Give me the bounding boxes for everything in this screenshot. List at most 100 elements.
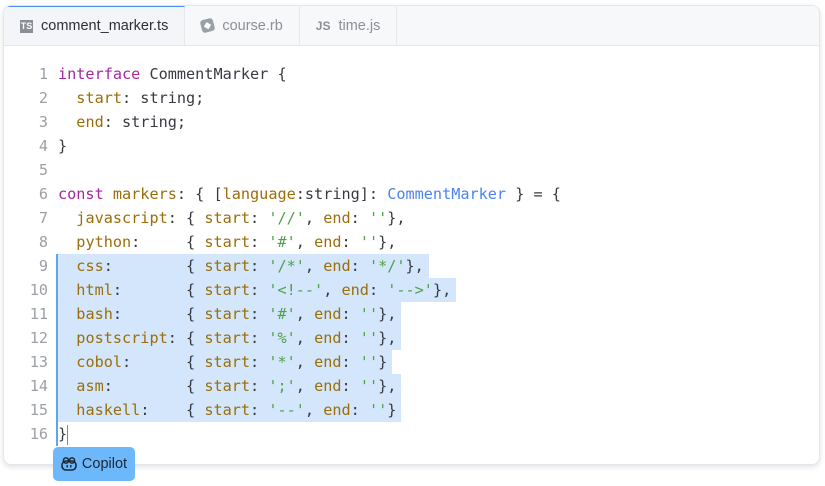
code-token: '--' [268,401,305,419]
tab-course-rb[interactable]: ◆ course.rb [185,6,300,45]
code-token: } [378,353,388,371]
line-content: python: { start: '#', end: ''}, [56,230,401,254]
code-token: '' [359,329,379,347]
code-token: javascript [76,209,168,227]
code-token: '*' [268,353,296,371]
code-token: : { [112,305,205,323]
line-content: } [56,134,72,158]
code-token: : [250,401,269,419]
code-token: cobol [76,353,123,371]
line-content [56,158,63,182]
line-content: haskell: { start: '--', end: ''} [56,398,402,422]
code-token: , [304,257,324,275]
code-token: : string; [122,89,205,107]
code-token: : [250,353,269,371]
code-line: 16} [4,422,566,446]
code-token: : [341,377,360,395]
code-line: 5 [4,158,566,182]
code-token: : [250,281,269,299]
line-number: 11 [29,305,48,323]
code-token: end [314,233,342,251]
copilot-label: Copilot [81,456,128,472]
javascript-icon: JS [315,18,331,33]
code-line: 14 asm: { start: ';', end: ''}, [4,374,566,398]
code-token: , [323,281,342,299]
code-line: 12 postscript: { start: '%', end: ''}, [4,326,566,350]
code-token: css [76,257,104,275]
code-token: , [304,401,324,419]
tab-label: time.js [338,17,381,34]
text-cursor [67,424,69,445]
typescript-icon: TS [20,19,33,33]
code-token: '//' [268,209,305,227]
code-token: : { [112,281,205,299]
code-editor[interactable]: 1 interface CommentMarker {2 start: strin… [4,62,566,446]
code-token: start [76,89,123,107]
code-token: : { [167,209,205,227]
tab-label: comment_marker.ts [41,18,169,34]
code-token: : { [131,233,205,251]
code-token: start [204,329,251,347]
tab-comment-marker-ts[interactable]: TS comment_marker.ts [4,6,186,45]
code-token: python [76,233,132,251]
copilot-button[interactable]: Copilot [53,447,135,481]
code-token: interface [58,65,141,83]
code-line: 9 css: { start: '/*', end: '*/'}, [4,254,566,278]
code-token: '' [359,233,379,251]
code-token: : [350,257,369,275]
line-content: start: string; [56,86,209,110]
line-content: asm: { start: ';', end: ''}, [56,374,402,398]
code-line: 8 python: { start: '#', end: ''}, [4,230,566,254]
code-line: 10 html: { start: '<!--', end: '-->'}, [4,278,566,302]
code-token: const [58,185,104,203]
code-token: '#' [268,233,296,251]
code-token: end [314,353,342,371]
code-token: }, [378,233,397,251]
code-line: 11 bash: { start: '#', end: ''}, [4,302,566,326]
code-token: language [222,185,296,203]
line-content: postscript: { start: '%', end: ''}, [56,326,402,350]
line-content: interface CommentMarker { [56,62,292,86]
code-line: 4} [4,134,566,158]
line-number: 10 [29,281,48,299]
tab-time-js[interactable]: JS time.js [300,6,398,45]
line-number: 2 [38,89,48,107]
code-token: '%' [268,329,296,347]
code-token: : { [103,257,205,275]
code-token: } = { [506,185,561,203]
code-token: , [304,209,324,227]
code-line: 1 interface CommentMarker { [4,62,566,86]
line-content: css: { start: '/*', end: '*/'}, [56,254,429,278]
code-token: start [204,209,251,227]
line-number: 14 [29,377,48,395]
line-number: 1 [38,65,48,83]
code-token: start [204,401,251,419]
line-number: 4 [38,137,48,155]
line-number: 12 [29,329,48,347]
code-token: : [250,233,269,251]
code-token: '#' [268,305,296,323]
code-token: asm [76,377,104,395]
code-token: '' [359,377,379,395]
code-token: start [204,281,251,299]
code-token: : [250,377,269,395]
code-token: , [295,353,315,371]
code-token: }, [387,209,406,227]
code-token: end [341,281,369,299]
code-token: start [204,353,251,371]
code-token: '/*' [268,257,305,275]
line-number: 16 [29,425,48,443]
line-number: 5 [38,161,48,179]
code-token: bash [76,305,113,323]
line-number: 6 [38,185,48,203]
code-token: :string]: [295,185,388,203]
code-token: start [204,233,251,251]
code-token: : [341,233,360,251]
code-token: '' [368,209,388,227]
code-token: start [204,305,251,323]
